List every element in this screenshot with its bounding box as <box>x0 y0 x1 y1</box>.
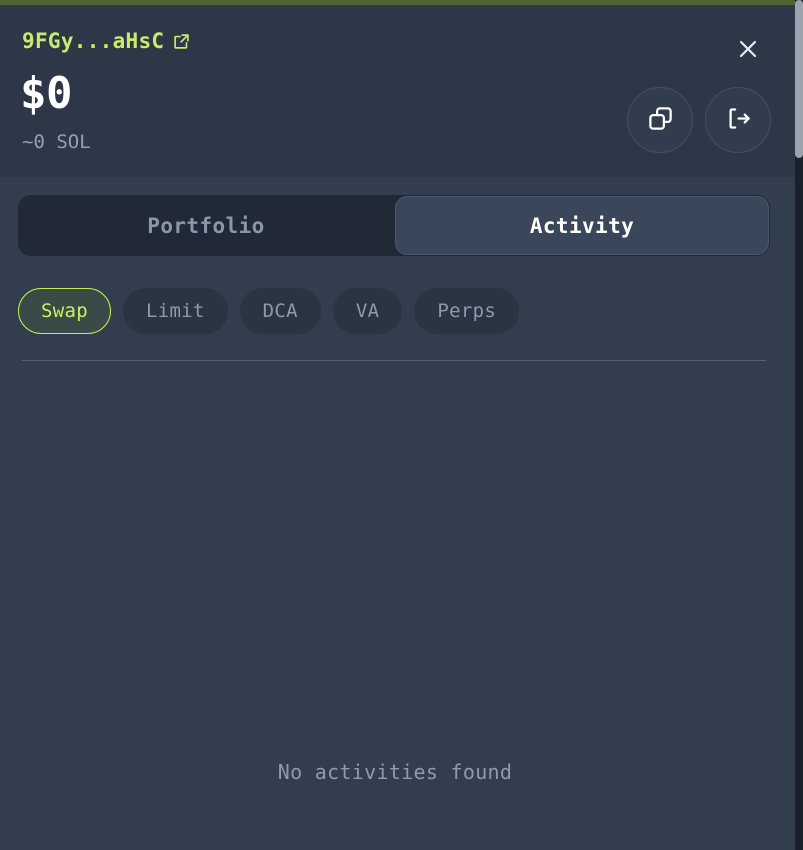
section-divider <box>22 360 766 361</box>
external-link-icon[interactable] <box>173 33 190 50</box>
close-button[interactable] <box>731 33 765 67</box>
activity-filter-chips: Swap Limit DCA VA Perps <box>18 288 520 334</box>
filter-chip-swap[interactable]: Swap <box>18 288 111 334</box>
tab-portfolio[interactable]: Portfolio <box>20 197 392 254</box>
scrollbar-track[interactable] <box>795 0 803 850</box>
wallet-action-buttons <box>627 87 771 153</box>
wallet-address-label: 9FGy...aHsC <box>22 29 165 53</box>
filter-chip-limit[interactable]: Limit <box>122 288 228 334</box>
empty-state-message: No activities found <box>277 760 513 784</box>
disconnect-wallet-button[interactable] <box>705 87 771 153</box>
copy-address-button[interactable] <box>627 87 693 153</box>
copy-icon <box>647 105 674 135</box>
wallet-address-link[interactable]: 9FGy...aHsC <box>22 31 190 52</box>
tab-activity[interactable]: Activity <box>395 196 769 255</box>
filter-chip-va[interactable]: VA <box>332 288 403 334</box>
main-tabs: Portfolio Activity <box>18 195 770 256</box>
balance-fiat-value: $0 <box>20 68 72 119</box>
balance-native-value: ~0 SOL <box>22 131 91 153</box>
wallet-header: 9FGy...aHsC $0 ~0 SOL <box>0 5 795 177</box>
wallet-panel: 9FGy...aHsC $0 ~0 SOL Portfolio Activity… <box>0 0 803 850</box>
scrollbar-thumb[interactable] <box>795 0 803 158</box>
filter-chip-dca[interactable]: DCA <box>239 288 321 334</box>
close-icon <box>736 37 760 64</box>
logout-icon <box>725 105 752 135</box>
filter-chip-perps[interactable]: Perps <box>414 288 520 334</box>
